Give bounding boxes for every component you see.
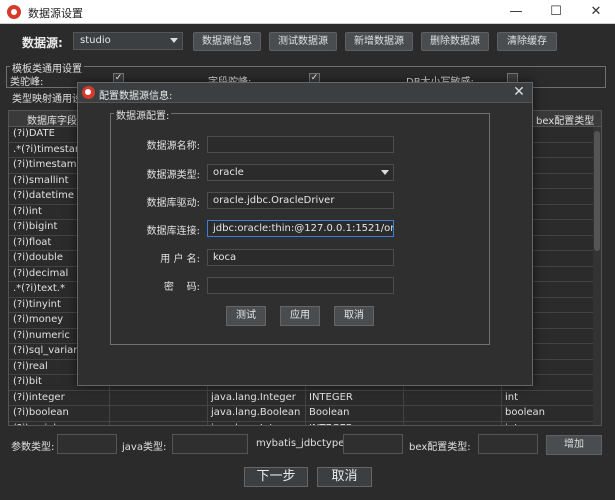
table-cell: (?i)tinyint <box>13 298 61 310</box>
chevron-down-icon <box>381 170 389 175</box>
datasource-name-field[interactable] <box>207 136 394 153</box>
window-title: 数据源设置 <box>28 7 83 20</box>
scrollbar-thumb[interactable] <box>594 131 600 251</box>
table-cell: INTEGER <box>309 423 353 426</box>
datasource-config-dialog: 配置数据源信息: ✕ 数据源配置: 数据源名称: 数据源类型: oracle 数… <box>77 82 533 386</box>
table-row[interactable]: (?i)serial java.lang.Integer INTEGER int <box>9 422 595 426</box>
password-label: 密 码: <box>163 282 200 293</box>
table-cell: (?i)boolean <box>13 407 69 418</box>
minimize-icon[interactable]: — <box>501 2 531 22</box>
table-cell: (?i)float <box>13 236 52 248</box>
datasource-select[interactable]: studio <box>73 32 183 50</box>
close-icon[interactable]: ✕ <box>581 2 611 22</box>
table-row[interactable]: (?i)integer java.lang.Integer INTEGER int <box>9 391 595 406</box>
table-cell: (?i)money <box>13 314 64 325</box>
datasource-select-value: studio <box>80 35 111 46</box>
datasource-type-select[interactable]: oracle <box>207 164 394 181</box>
window-titlebar: 数据源设置 — ☐ ✕ <box>0 0 615 24</box>
param-type-input[interactable] <box>57 434 117 454</box>
java-type-label: java类型: <box>122 442 167 453</box>
dialog-cancel-button[interactable]: 取消 <box>334 306 374 326</box>
table-cell: boolean <box>505 407 545 418</box>
table-cell: java.lang.Integer <box>211 391 296 403</box>
add-datasource-button[interactable]: 新增数据源 <box>345 32 413 51</box>
table-cell: int <box>505 391 519 403</box>
class-camel-label: 类驼峰: <box>10 77 44 88</box>
mybatis-type-input[interactable] <box>343 434 403 454</box>
table-cell: (?i)smallint <box>13 174 69 186</box>
db-driver-label: 数据库驱动: <box>146 198 200 209</box>
table-cell: (?i)numeric <box>13 329 70 341</box>
cancel-button[interactable]: 取消 <box>317 467 372 487</box>
delete-datasource-button[interactable]: 删除数据源 <box>421 32 489 51</box>
datasource-name-label: 数据源名称: <box>146 141 200 152</box>
table-cell: (?i)serial <box>13 423 56 426</box>
app-logo-icon <box>7 5 21 19</box>
test-button[interactable]: 测试 <box>226 306 266 326</box>
datasource-config-title: 数据源配置: <box>114 107 172 122</box>
chevron-down-icon <box>170 38 178 43</box>
password-field[interactable] <box>207 277 394 294</box>
table-cell: (?i)int <box>13 205 42 217</box>
maximize-icon[interactable]: ☐ <box>541 2 571 22</box>
table-row[interactable]: (?i)boolean java.lang.Boolean Boolean boole… <box>9 406 595 422</box>
mybatis-type-label: mybatis_jdbctype: <box>256 438 348 449</box>
param-type-label: 参数类型: <box>11 442 55 453</box>
datasource-type-label: 数据源类型: <box>146 170 200 181</box>
table-cell: (?i)decimal <box>13 267 69 279</box>
table-cell: java.lang.Integer <box>211 423 296 426</box>
table-cell: (?i)DATE <box>13 128 55 139</box>
db-url-label: 数据库连接: <box>146 226 200 237</box>
test-datasource-button[interactable]: 测试数据源 <box>269 32 337 51</box>
clear-cache-button[interactable]: 清除缓存 <box>497 32 557 51</box>
username-field[interactable]: koca <box>207 249 394 266</box>
table-scrollbar[interactable] <box>593 127 601 425</box>
username-label: 用 户 名: <box>160 254 200 265</box>
add-button[interactable]: 增加 <box>546 435 602 455</box>
datasource-label: 数据源: <box>22 36 63 50</box>
db-driver-field[interactable]: oracle.jdbc.OracleDriver <box>207 192 394 209</box>
table-cell: INTEGER <box>309 391 353 403</box>
table-cell: (?i)real <box>13 360 48 372</box>
table-cell: (?i)double <box>13 252 63 263</box>
dialog-titlebar: 配置数据源信息: ✕ <box>78 83 532 103</box>
apply-button[interactable]: 应用 <box>280 306 320 326</box>
dialog-close-icon[interactable]: ✕ <box>512 84 526 100</box>
table-cell: .*(?i)text.* <box>13 283 65 294</box>
db-url-field[interactable]: jdbc:oracle:thin:@127.0.0.1:1521/orcl <box>207 220 394 237</box>
table-cell: Boolean <box>309 407 350 418</box>
type-mapping-title: 类型映射通用设 <box>10 90 84 105</box>
bex-type-input[interactable] <box>478 434 538 454</box>
column-header-bex-type: bex配置类型 <box>536 116 595 127</box>
table-cell: (?i)integer <box>13 391 65 403</box>
table-cell: (?i)bigint <box>13 221 58 232</box>
table-cell: int <box>505 423 518 426</box>
app-logo-icon <box>82 86 95 99</box>
table-cell: .*(?i)timestam <box>13 143 85 155</box>
dialog-title: 配置数据源信息: <box>99 91 173 102</box>
bex-type-label: bex配置类型: <box>409 442 471 453</box>
datasource-type-value: oracle <box>213 167 244 178</box>
next-step-button[interactable]: 下一步 <box>244 467 308 487</box>
table-cell: (?i)timestamp <box>13 159 83 170</box>
column-header-db-field: 数据库字段 <box>27 116 77 127</box>
table-cell: (?i)sql_variant <box>13 345 84 356</box>
datasource-info-button[interactable]: 数据源信息 <box>193 32 261 51</box>
table-cell: java.lang.Boolean <box>211 407 301 418</box>
java-type-input[interactable] <box>172 434 248 454</box>
table-cell: (?i)datetime <box>13 190 75 201</box>
table-cell: (?i)bit <box>13 376 42 387</box>
